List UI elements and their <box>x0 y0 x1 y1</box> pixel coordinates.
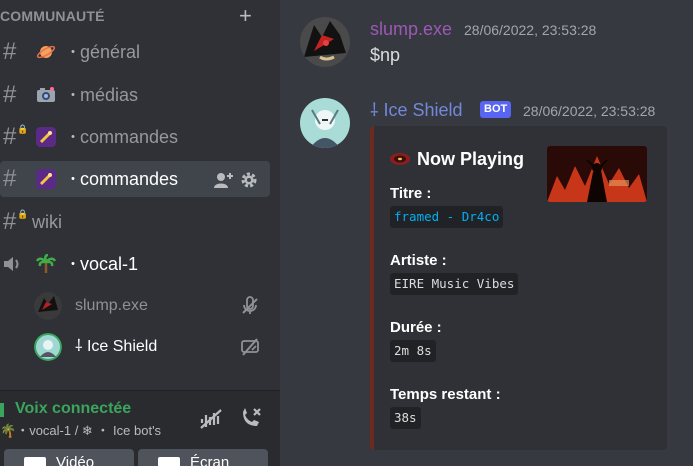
invite-user-icon[interactable] <box>213 171 235 189</box>
field-duration-value: 2m 8s <box>390 340 436 362</box>
field-artist-label: Artiste : <box>390 252 447 269</box>
screen-share-button[interactable]: Écran <box>138 449 268 466</box>
gear-icon[interactable] <box>240 171 258 189</box>
channel-wiki[interactable]: # 🔒 wiki <box>0 204 270 240</box>
embed-title: Now Playing <box>417 149 525 169</box>
channel-commandes-locked[interactable]: # 🔒 ・ commandes <box>0 119 270 155</box>
bot-badge: BOT <box>480 101 512 118</box>
channel-sidebar: COMMUNAUTÉ + # ・ général # ・ médias #🔒 <box>0 0 280 466</box>
message-timestamp: 28/06/2022, 23:53:28 <box>464 22 597 38</box>
message-author-name: Ice Shield <box>383 100 463 120</box>
sparkles-emoji-icon <box>36 127 56 147</box>
channel-commandes-active[interactable]: # ・ commandes <box>0 161 270 197</box>
avatar <box>34 333 62 361</box>
chat-area: slump.exe 28/06/2022, 23:53:28 $np ⸸ Ice… <box>280 0 693 466</box>
lock-icon: 🔒 <box>17 124 29 134</box>
message-author[interactable]: ⸸ Ice Shield <box>370 99 463 121</box>
field-title-value[interactable]: framed - Dr4co <box>390 206 504 228</box>
field-remaining-value: 38s <box>390 407 421 429</box>
camera-icon <box>24 457 46 466</box>
deafened-icon <box>242 296 258 314</box>
voice-channel-vocal-1[interactable]: ・ vocal-1 <box>0 246 270 282</box>
field-artist-value: EIRE Music Vibes <box>390 273 519 295</box>
sparkles-emoji-icon <box>36 169 56 189</box>
voice-detail-text: ・vocal-1 / ❄ ・ Ice bot's <box>16 423 162 438</box>
channel-name: général <box>80 42 141 62</box>
noise-suppression-icon[interactable] <box>198 406 224 432</box>
message-author[interactable]: slump.exe <box>370 18 452 40</box>
avatar <box>34 292 62 320</box>
channel-dot: ・ <box>66 44 80 60</box>
screen-icon <box>158 457 180 466</box>
channel-name: médias <box>80 85 139 105</box>
voice-status-label[interactable]: Voix connectée <box>15 399 131 419</box>
category-label: COMMUNAUTÉ <box>0 8 105 24</box>
avatar[interactable] <box>300 98 350 148</box>
text-channel-icon: # <box>3 165 17 192</box>
field-remaining-label: Temps restant : <box>390 386 501 403</box>
text-channel-icon: # <box>3 38 17 65</box>
locked-channel-icon: # 🔒 <box>3 208 29 235</box>
voice-user-ice-shield[interactable]: ⸸ Ice Shield <box>30 330 270 364</box>
channel-dot: ・ <box>66 256 80 272</box>
message-content: $np <box>370 45 401 65</box>
planet-emoji-icon <box>36 45 56 59</box>
voice-user-slump[interactable]: slump.exe <box>30 289 270 323</box>
now-playing-embed: Now Playing Titre : framed - Dr4co Artis… <box>370 126 667 450</box>
channel-name: commandes <box>80 169 179 189</box>
streaming-muted-icon <box>241 338 259 356</box>
voice-user-name-text: Ice Shield <box>86 338 158 355</box>
video-button[interactable]: Vidéo <box>4 449 134 466</box>
speaker-icon <box>4 257 19 271</box>
channel-dot: ・ <box>66 87 80 103</box>
bot-prefix-glyph: ⸸ <box>370 100 379 120</box>
field-title-label: Titre : <box>390 185 432 202</box>
text-channel-icon: # <box>3 81 17 108</box>
field-duration-label: Durée : <box>390 319 442 336</box>
message-timestamp: 28/06/2022, 23:53:28 <box>523 103 656 119</box>
voice-user-name: slump.exe <box>75 297 148 314</box>
channel-name: vocal-1 <box>80 254 139 274</box>
camera-emoji-icon <box>37 87 55 102</box>
channel-general[interactable]: # ・ général <box>0 34 270 70</box>
channel-name: wiki <box>32 212 62 232</box>
record-icon <box>390 153 410 165</box>
avatar[interactable] <box>300 17 350 67</box>
locked-channel-icon: # 🔒 <box>3 123 29 150</box>
lock-icon: 🔒 <box>17 209 29 219</box>
voice-user-name: ⸸ Ice Shield <box>75 330 157 364</box>
channel-medias[interactable]: # ・ médias <box>0 77 270 113</box>
palm-tree-emoji-icon <box>36 254 56 273</box>
connection-strength-icon <box>0 403 4 417</box>
video-button-label: Vidéo <box>56 454 95 466</box>
category-header[interactable]: COMMUNAUTÉ + <box>0 5 270 27</box>
disconnect-call-icon[interactable] <box>238 406 264 432</box>
album-art-thumbnail[interactable] <box>547 146 647 202</box>
screen-button-label: Écran <box>190 454 230 466</box>
channel-name: commandes <box>80 127 179 147</box>
add-channel-icon[interactable]: + <box>239 5 252 27</box>
bot-prefix-glyph: ⸸ <box>75 338 83 355</box>
voice-connection-panel: Voix connectée 🌴・vocal-1 / ❄ ・ Ice bot's… <box>0 390 280 466</box>
voice-status-detail: 🌴・vocal-1 / ❄ ・ Ice bot's <box>0 422 161 440</box>
channel-dot: ・ <box>66 171 80 187</box>
palm-tree-emoji-icon: 🌴 <box>0 423 17 438</box>
channel-dot: ・ <box>66 129 80 145</box>
